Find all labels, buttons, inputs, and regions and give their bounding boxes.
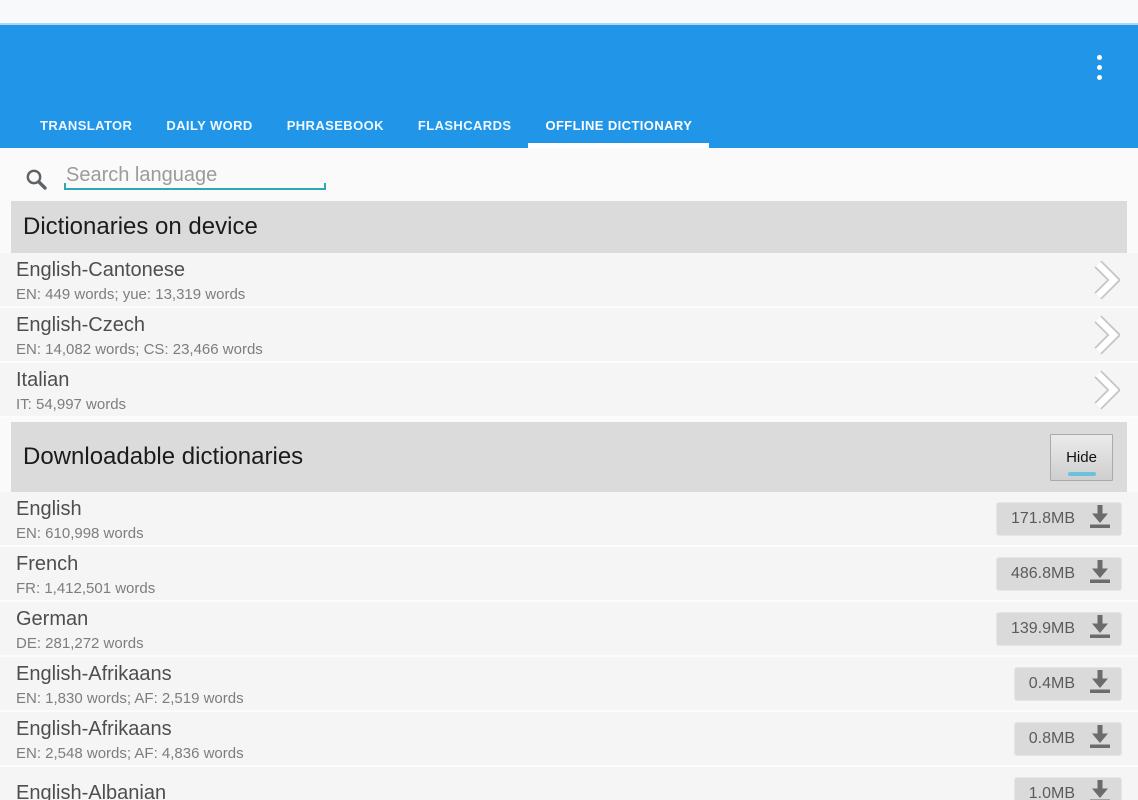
- download-icon: [1088, 779, 1112, 800]
- on-device-list: English-Cantonese EN: 449 words; yue: 13…: [0, 253, 1138, 418]
- dict-name: English-Cantonese: [16, 258, 1092, 283]
- overflow-menu-icon[interactable]: [1088, 51, 1110, 83]
- dict-name: English-Afrikaans: [16, 717, 1014, 742]
- dict-name: English-Czech: [16, 313, 1092, 338]
- download-button[interactable]: 0.8MB: [1014, 722, 1122, 756]
- downloadable-dict-row[interactable]: German DE: 281,272 words 139.9MB: [0, 602, 1138, 657]
- download-size: 1.0MB: [1029, 785, 1075, 800]
- dict-details: IT: 54,997 words: [16, 395, 1092, 414]
- section-title: Dictionaries on device: [23, 213, 258, 241]
- download-icon: [1088, 724, 1112, 753]
- download-button[interactable]: 486.8MB: [996, 557, 1122, 591]
- app-bar: TRANSLATOR DAILY WORD PHRASEBOOK FLASHCA…: [0, 25, 1138, 148]
- dict-name: English: [16, 497, 996, 522]
- download-icon: [1088, 614, 1112, 643]
- downloadable-dict-row[interactable]: English-Albanian 1.0MB: [0, 767, 1138, 800]
- download-button[interactable]: 1.0MB: [1014, 777, 1122, 800]
- download-icon: [1088, 669, 1112, 698]
- dict-name: German: [16, 607, 996, 632]
- download-size: 0.4MB: [1029, 675, 1075, 693]
- download-icon: [1088, 504, 1112, 533]
- downloadable-list: English EN: 610,998 words 171.8MB French…: [0, 492, 1138, 800]
- downloadable-dict-row[interactable]: French FR: 1,412,501 words 486.8MB: [0, 547, 1138, 602]
- download-size: 486.8MB: [1011, 565, 1075, 583]
- dict-name: English-Afrikaans: [16, 662, 1014, 687]
- tab-phrasebook[interactable]: PHRASEBOOK: [270, 100, 401, 148]
- tab-offline-dictionary[interactable]: OFFLINE DICTIONARY: [528, 100, 709, 148]
- search-icon: [24, 167, 48, 196]
- dict-details: EN: 1,830 words; AF: 2,519 words: [16, 689, 1014, 708]
- downloadable-dict-row[interactable]: English-Afrikaans EN: 2,548 words; AF: 4…: [0, 712, 1138, 767]
- device-dict-row[interactable]: English-Cantonese EN: 449 words; yue: 13…: [0, 253, 1138, 308]
- search-input[interactable]: [64, 164, 326, 188]
- chevron-right-icon: [1092, 260, 1120, 300]
- download-button[interactable]: 139.9MB: [996, 612, 1122, 646]
- dict-details: FR: 1,412,501 words: [16, 579, 996, 598]
- dict-name: English-Albanian: [16, 781, 1014, 800]
- search-bar: [0, 148, 1138, 201]
- device-dict-row[interactable]: Italian IT: 54,997 words: [0, 363, 1138, 418]
- download-size: 0.8MB: [1029, 730, 1075, 748]
- dict-name: French: [16, 552, 996, 577]
- dict-details: EN: 14,082 words; CS: 23,466 words: [16, 340, 1092, 359]
- downloadable-dict-row[interactable]: English EN: 610,998 words 171.8MB: [0, 492, 1138, 547]
- dict-details: EN: 449 words; yue: 13,319 words: [16, 285, 1092, 304]
- dict-name: Italian: [16, 368, 1092, 393]
- download-button[interactable]: 0.4MB: [1014, 667, 1122, 701]
- download-icon: [1088, 559, 1112, 588]
- section-title: Downloadable dictionaries: [23, 443, 303, 471]
- download-size: 139.9MB: [1011, 620, 1075, 638]
- tab-flashcards[interactable]: FLASHCARDS: [401, 100, 529, 148]
- chevron-right-icon: [1092, 370, 1120, 410]
- tab-translator[interactable]: TRANSLATOR: [23, 100, 149, 148]
- dict-details: EN: 2,548 words; AF: 4,836 words: [16, 744, 1014, 763]
- dict-details: EN: 610,998 words: [16, 524, 996, 543]
- status-strip: [0, 0, 1138, 25]
- tab-daily-word[interactable]: DAILY WORD: [149, 100, 269, 148]
- tab-bar: TRANSLATOR DAILY WORD PHRASEBOOK FLASHCA…: [23, 100, 709, 148]
- hide-button[interactable]: Hide: [1050, 434, 1113, 481]
- app-screen: TRANSLATOR DAILY WORD PHRASEBOOK FLASHCA…: [0, 0, 1138, 800]
- device-dict-row[interactable]: English-Czech EN: 14,082 words; CS: 23,4…: [0, 308, 1138, 363]
- download-button[interactable]: 171.8MB: [996, 502, 1122, 536]
- download-size: 171.8MB: [1011, 510, 1075, 528]
- downloadable-dict-row[interactable]: English-Afrikaans EN: 1,830 words; AF: 2…: [0, 657, 1138, 712]
- dict-details: DE: 281,272 words: [16, 634, 996, 653]
- chevron-right-icon: [1092, 315, 1120, 355]
- section-header-on-device: Dictionaries on device: [11, 201, 1127, 253]
- section-header-downloadable: Downloadable dictionaries Hide: [11, 422, 1127, 492]
